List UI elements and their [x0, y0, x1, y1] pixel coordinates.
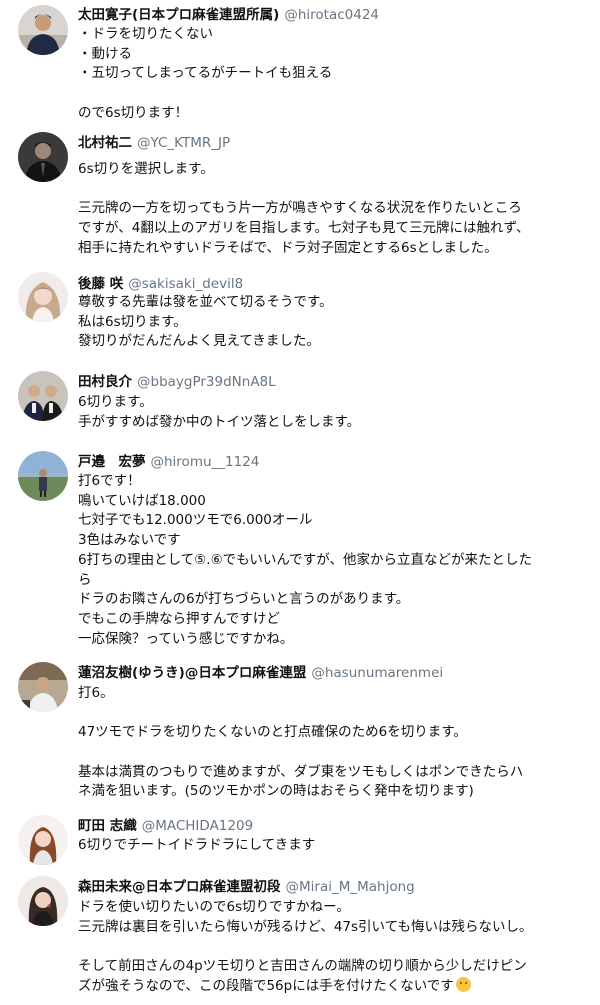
text-line: 打6。	[78, 685, 114, 701]
avatar[interactable]	[18, 876, 68, 926]
text-line: 鳴いていけば18.000	[78, 492, 206, 509]
avatar[interactable]	[18, 132, 68, 182]
display-name[interactable]: 森田未来@日本プロ麻雀連盟初段	[78, 879, 281, 895]
user-handle[interactable]: @sakisaki_devil8	[128, 276, 243, 292]
text-line: 47ツモでドラを切りたくないのと打点確保のため6を切ります。	[78, 724, 467, 741]
display-name[interactable]: 戸邉 宏夢	[78, 454, 146, 470]
text-line: ドラを使い切りたいので6s切りですかねー。	[78, 899, 350, 915]
text-line: 尊敬する先輩は發を並べて切るそうです。	[78, 294, 333, 310]
thinking-face-icon	[455, 976, 471, 992]
tweet-header: 森田未来@日本プロ麻雀連盟初段 @Mirai_M_Mahjong	[78, 878, 415, 896]
tweet-text: 6切りでチートイドラドラにしてきます	[78, 836, 583, 856]
text-line: 6切りでチートイドラドラにしてきます	[78, 837, 316, 853]
text-line: ・動ける	[78, 45, 132, 62]
tweet-text: 6切ります。 手がすすめば發か中のトイツ落としをします。	[78, 393, 583, 432]
text-line: 七対子でも12.000ツモで6.000オール	[78, 512, 313, 529]
text-line: ・五切ってしまってるがチートイも狙える	[78, 65, 333, 82]
text-line: ・ドラを切りたくない	[78, 26, 213, 42]
display-name[interactable]: 太田寛子(日本プロ麻雀連盟所属)	[78, 7, 279, 23]
text-line	[78, 937, 583, 957]
display-name[interactable]: 北村祐二	[78, 135, 132, 151]
text-line: 私は6s切ります。	[78, 313, 187, 330]
text-line: ネ満を狙います。(5のツモかポンの時はおそらく発中を切ります)	[78, 783, 474, 800]
text-line: ら	[78, 571, 92, 588]
user-handle[interactable]: @MACHIDA1209	[142, 818, 253, 834]
display-name[interactable]: 後藤 咲	[78, 276, 123, 292]
text-line	[78, 180, 583, 200]
tweet-header: 北村祐二 @YC_KTMR_JP	[78, 134, 230, 152]
display-name[interactable]: 町田 志織	[78, 818, 137, 834]
tweet-text: 打6です！ 鳴いていけば18.000 七対子でも12.000ツモで6.000オー…	[78, 472, 583, 649]
text-line: 3色はみないです	[78, 532, 181, 549]
text-line: そして前田さんの4pツモ切りと吉田さんの端牌の切り順から少しだけピン	[78, 958, 527, 975]
text-line: 三元牌は裏目を引いたら悔いが残るけど、47s引いても悔いは残らないし。	[78, 918, 533, 935]
display-name[interactable]: 蓮沼友樹(ゆうき)@日本プロ麻雀連盟	[78, 665, 306, 681]
text-line: 相手に持たれやすいドラそばで、ドラ対子固定とする6sとしました。	[78, 239, 498, 256]
user-handle[interactable]: @YC_KTMR_JP	[137, 135, 230, 151]
text-line: 打6です！	[78, 473, 141, 489]
text-line: 手がすすめば發か中のトイツ落としをします。	[78, 413, 361, 430]
text-line: ズが強そうなので、この段階で56pには手を付けたくないです	[78, 977, 454, 994]
user-handle[interactable]: @hasunumarenmei	[311, 665, 443, 681]
tweet-header: 後藤 咲 @sakisaki_devil8	[78, 275, 243, 293]
tweet-header: 太田寛子(日本プロ麻雀連盟所属) @hirotac0424	[78, 6, 379, 24]
tweet-text: 6s切りを選択します。 三元牌の一方を切ってもう片一方が鳴きやすくなる状況を作り…	[78, 160, 583, 259]
text-line: でもこの手牌なら押すんですけど	[78, 610, 280, 627]
text-line: ですが、4翻以上のアガリを目指します。七対子も見て三元牌には触れず、	[78, 220, 530, 237]
tweet-text: 尊敬する先輩は發を並べて切るそうです。 私は6s切ります。 發切りがだんだんよく…	[78, 293, 583, 352]
text-line	[78, 704, 583, 724]
text-line: ドラのお隣さんの6が打ちづらいと言うのがあります。	[78, 591, 410, 608]
text-line	[78, 84, 583, 104]
user-handle[interactable]: @hiromu__1124	[151, 454, 260, 470]
tweet-header: 蓮沼友樹(ゆうき)@日本プロ麻雀連盟 @hasunumarenmei	[78, 664, 443, 682]
text-line: 發切りがだんだんよく見えてきました。	[78, 333, 320, 350]
user-handle[interactable]: @hirotac0424	[284, 7, 379, 23]
tweet-text: 打6。 47ツモでドラを切りたくないのと打点確保のため6を切ります。 基本は満貫…	[78, 684, 583, 802]
text-line: 6切ります。	[78, 394, 153, 410]
text-line: 一応保険？っていう感じですかね。	[78, 630, 294, 647]
tweet-header: 町田 志織 @MACHIDA1209	[78, 817, 253, 835]
avatar[interactable]	[18, 371, 68, 421]
tweet-header: 田村良介 @bbaygPr39dNnA8L	[78, 373, 276, 391]
user-handle[interactable]: @bbaygPr39dNnA8L	[137, 374, 276, 390]
text-line: ので6s切ります！	[78, 104, 189, 121]
tweet-header: 戸邉 宏夢 @hiromu__1124	[78, 453, 259, 471]
user-handle[interactable]: @Mirai_M_Mahjong	[286, 879, 415, 895]
avatar[interactable]	[18, 272, 68, 322]
avatar[interactable]	[18, 451, 68, 501]
text-line	[78, 743, 583, 763]
text-line: ズが強そうなので、この段階で56pには手を付けたくないです	[78, 976, 583, 997]
display-name[interactable]: 田村良介	[78, 374, 132, 390]
text-line: 基本は満貫のつもりで進めますが、ダブ東をツモもしくはポンできたらハ	[78, 763, 524, 780]
text-line: 三元牌の一方を切ってもう片一方が鳴きやすくなる状況を作りたいところ	[78, 200, 522, 217]
text-line: 6打ちの理由として⑤.⑥でもいいんですが、他家から立直などが来たとした	[78, 551, 532, 568]
text-line: 6s切りを選択します。	[78, 161, 214, 177]
avatar[interactable]	[18, 815, 68, 865]
avatar[interactable]	[18, 662, 68, 712]
tweet-text: ・ドラを切りたくない ・動ける ・五切ってしまってるがチートイも狙える ので6s…	[78, 25, 583, 124]
tweet-text: ドラを使い切りたいので6s切りですかねー。 三元牌は裏目を引いたら悔いが残るけど…	[78, 898, 583, 997]
avatar[interactable]	[18, 5, 68, 55]
